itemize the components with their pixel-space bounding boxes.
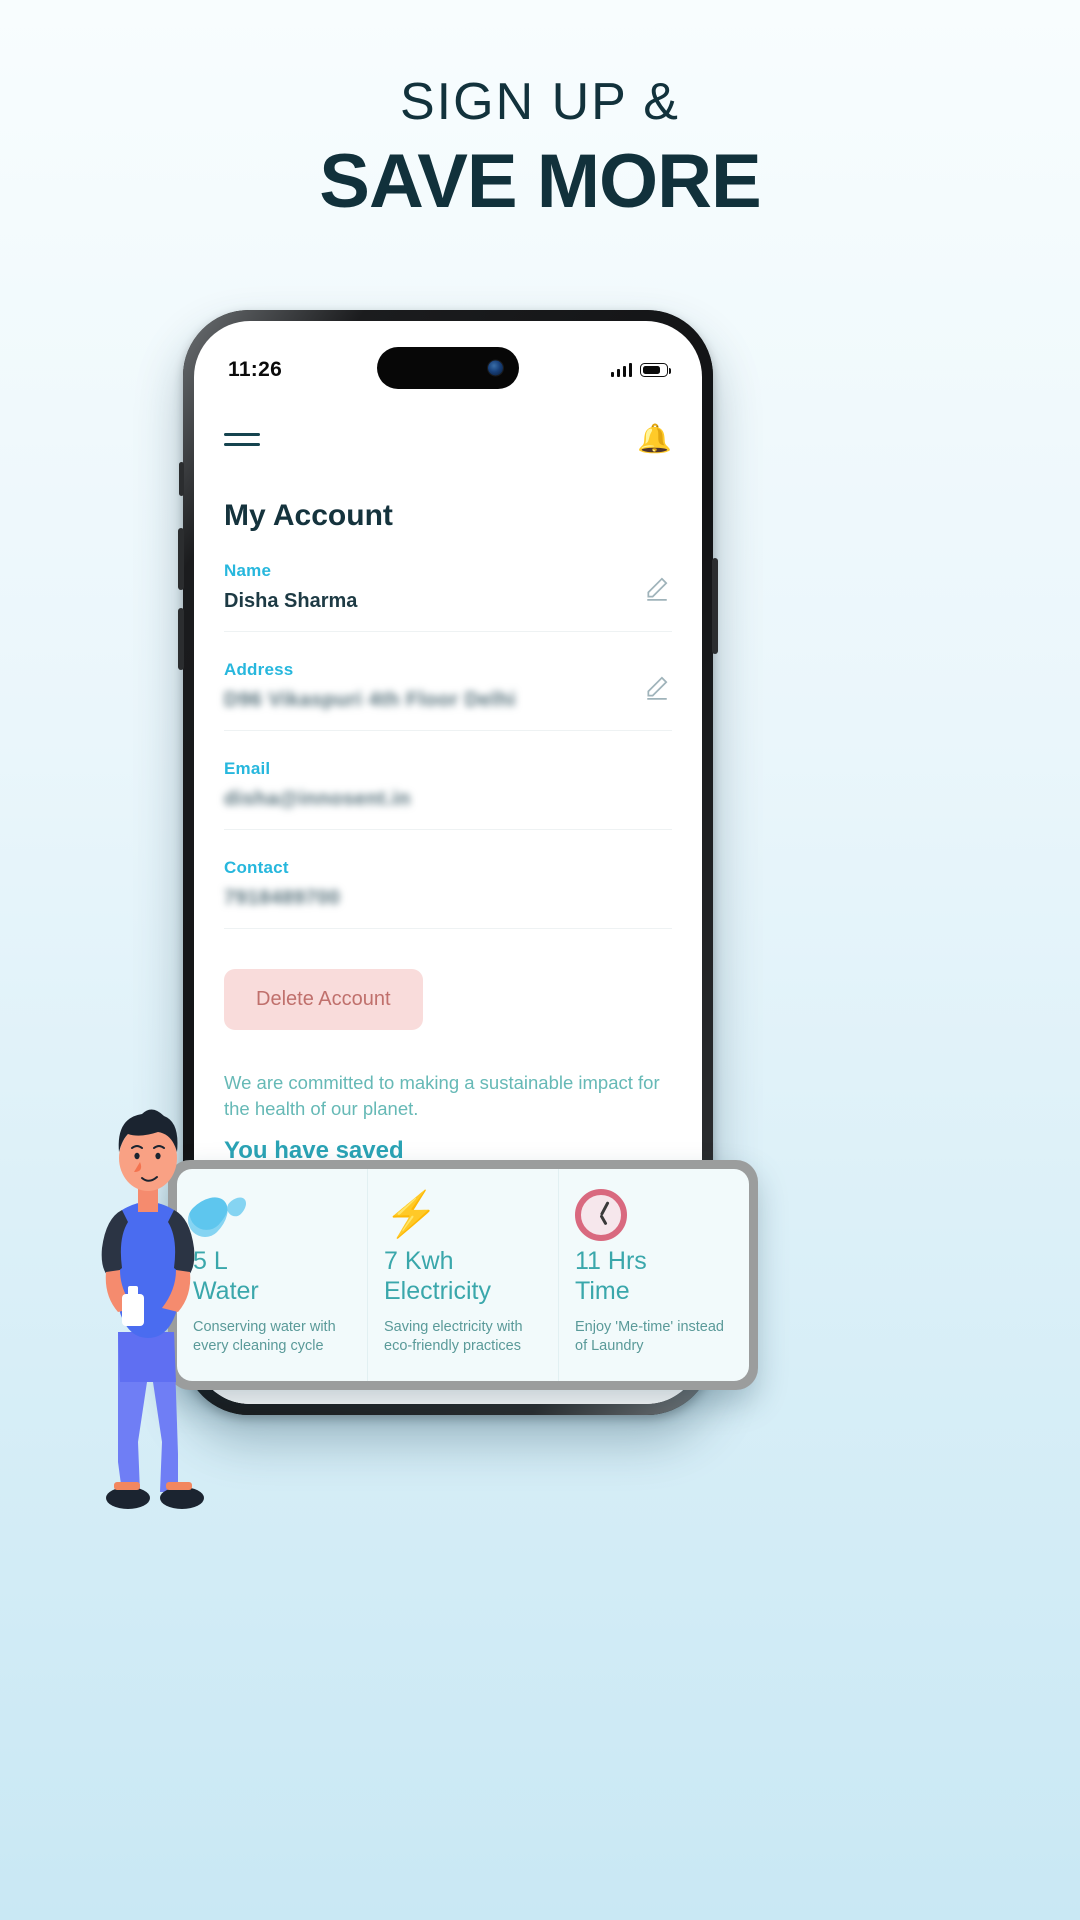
field-address[interactable]: Address D96 Vikaspuri 4th Floor Delhi (224, 632, 672, 731)
field-value: Disha Sharma (224, 590, 358, 612)
field-label: Name (224, 561, 272, 580)
headline-line-2: SAVE MORE (319, 139, 761, 224)
cellular-signal-icon (610, 363, 632, 377)
dynamic-island (377, 347, 519, 389)
front-camera-icon (488, 360, 503, 376)
app-bar: 🔔 (224, 407, 672, 471)
stat-description: Saving electricity with eco-friendly pra… (384, 1319, 523, 1355)
person-holding-laundry-illustration (101, 1109, 204, 1509)
silent-switch[interactable] (179, 462, 184, 496)
volume-up-button[interactable] (178, 528, 184, 590)
stat-time: 11 Hrs Time Enjoy 'Me-time' instead of L… (558, 1169, 749, 1381)
promo-headline: SIGN UP & SAVE MORE (0, 72, 1080, 225)
delete-account-button[interactable]: Delete Account (224, 969, 423, 1030)
stat-amount: 7 Kwh (384, 1247, 454, 1275)
field-email[interactable]: Email disha@innosent.in (224, 731, 672, 830)
field-label: Address (224, 660, 294, 679)
clock-icon (575, 1187, 733, 1243)
stat-kind: Time (575, 1277, 630, 1305)
field-value: disha@innosent.in (224, 788, 411, 810)
field-value: D96 Vikaspuri 4th Floor Delhi (224, 689, 516, 711)
field-name[interactable]: Name Disha Sharma (224, 533, 672, 632)
status-time: 11:26 (228, 358, 283, 381)
field-contact[interactable]: Contact 7918489700 (224, 830, 672, 929)
field-label: Email (224, 759, 271, 778)
edit-pencil-icon[interactable] (644, 575, 670, 601)
power-button[interactable] (712, 558, 718, 654)
stat-electricity: ⚡ 7 Kwh Electricity Saving electricity w… (367, 1169, 558, 1381)
stat-kind: Electricity (384, 1277, 491, 1305)
hamburger-menu-icon[interactable] (224, 432, 260, 446)
sustainability-note: We are committed to making a sustainable… (224, 1072, 660, 1119)
edit-pencil-icon[interactable] (644, 674, 670, 700)
volume-down-button[interactable] (178, 608, 184, 670)
stat-amount: 11 Hrs (575, 1247, 647, 1275)
savings-stats-card: 5 L Water Conserving water with every cl… (168, 1160, 758, 1390)
lightning-bolt-icon: ⚡ (384, 1190, 439, 1239)
headline-line-1: SIGN UP & (399, 73, 680, 131)
field-label: Contact (224, 858, 289, 877)
page-title: My Account (224, 499, 393, 532)
bell-icon[interactable]: 🔔 (637, 425, 672, 453)
stat-description: Enjoy 'Me-time' instead of Laundry (575, 1319, 724, 1355)
field-value: 7918489700 (224, 887, 341, 909)
battery-icon (640, 363, 671, 377)
